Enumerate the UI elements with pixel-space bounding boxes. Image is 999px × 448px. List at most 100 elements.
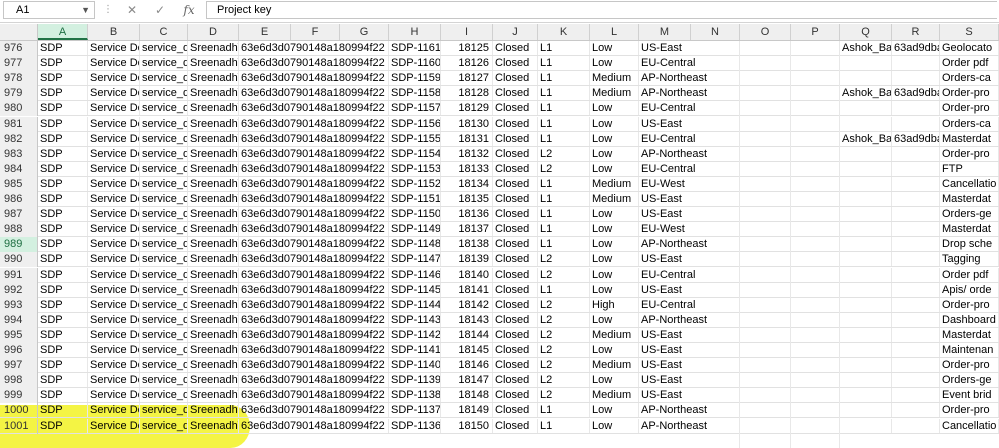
cell-h[interactable]: SDP-1155: [389, 131, 441, 146]
cell-c[interactable]: service_de: [140, 252, 188, 267]
column-header-f[interactable]: F: [291, 24, 340, 40]
cell-r[interactable]: [892, 56, 940, 71]
cell-s[interactable]: Geolocato: [940, 41, 999, 55]
cell-e[interactable]: 63e6d3d0790148a180994f22: [239, 312, 389, 327]
cell-d[interactable]: Sreenadh\: [188, 41, 239, 55]
column-header-k[interactable]: K: [538, 24, 590, 40]
cell-s[interactable]: Masterdat: [940, 222, 999, 237]
cell-c[interactable]: service_de: [140, 131, 188, 146]
cell-c[interactable]: service_de: [140, 101, 188, 116]
cell-e[interactable]: 63e6d3d0790148a180994f22: [239, 252, 389, 267]
cell-j[interactable]: Closed: [493, 207, 538, 222]
row-header[interactable]: 987: [0, 207, 38, 223]
cell-e[interactable]: 63e6d3d0790148a180994f22: [239, 327, 389, 342]
cell-l[interactable]: Low: [590, 161, 639, 176]
row-header[interactable]: 999: [0, 388, 38, 404]
cell-h[interactable]: SDP-1142: [389, 327, 441, 342]
cell-i[interactable]: 18149: [441, 403, 493, 418]
cell-m[interactable]: EU-West: [639, 176, 740, 191]
cell-m[interactable]: US-East: [639, 192, 740, 206]
cell-q[interactable]: Ashok_Ba: [840, 131, 892, 146]
row-header[interactable]: 976: [0, 41, 38, 56]
cell-c[interactable]: service_de: [140, 222, 188, 237]
cell-i[interactable]: 18135: [441, 192, 493, 206]
cell-c[interactable]: service_de: [140, 207, 188, 222]
row-header[interactable]: 996: [0, 343, 38, 358]
cell-j[interactable]: Closed: [493, 146, 538, 161]
cell-j[interactable]: Closed: [493, 237, 538, 252]
cell-l[interactable]: Low: [590, 252, 639, 267]
name-box[interactable]: A1 ▼: [3, 1, 95, 19]
cell-m[interactable]: US-East: [639, 373, 740, 388]
cell-m[interactable]: AP-Northeast: [639, 418, 740, 433]
cell-h[interactable]: SDP-1153: [389, 161, 441, 176]
cell-l[interactable]: Medium: [590, 71, 639, 86]
row-header[interactable]: 990: [0, 252, 38, 268]
cell-a[interactable]: SDP: [38, 388, 88, 403]
cell-j[interactable]: Closed: [493, 267, 538, 282]
cell-a[interactable]: SDP: [38, 101, 88, 116]
cell-e[interactable]: 63e6d3d0790148a180994f22: [239, 222, 389, 237]
cell-c[interactable]: service_de: [140, 116, 188, 131]
cell-d[interactable]: Sreenadh\: [188, 161, 239, 176]
cell-d[interactable]: Sreenadh\: [188, 86, 239, 101]
cell-k[interactable]: L1: [538, 222, 590, 237]
cell-b[interactable]: Service De: [88, 373, 140, 388]
cell-m[interactable]: AP-Northeast: [639, 146, 740, 161]
cell-d[interactable]: Sreenadh\: [188, 146, 239, 161]
column-header-c[interactable]: C: [140, 24, 188, 40]
cell-c[interactable]: service_de: [140, 71, 188, 86]
cell-c[interactable]: service_de: [140, 176, 188, 191]
cell-k[interactable]: L2: [538, 373, 590, 388]
cell-q[interactable]: [840, 237, 892, 252]
cell-h[interactable]: SDP-1139: [389, 373, 441, 388]
cell-e[interactable]: 63e6d3d0790148a180994f22: [239, 86, 389, 101]
cell-l[interactable]: Low: [590, 373, 639, 388]
cell-h[interactable]: SDP-1137: [389, 403, 441, 418]
cell-k[interactable]: L1: [538, 86, 590, 101]
cell-k[interactable]: L2: [538, 388, 590, 403]
cell-j[interactable]: Closed: [493, 252, 538, 267]
cell-e[interactable]: 63e6d3d0790148a180994f22: [239, 403, 389, 418]
cell-i[interactable]: 18143: [441, 312, 493, 327]
cell-h[interactable]: SDP-1149: [389, 222, 441, 237]
cell-i[interactable]: 18145: [441, 343, 493, 357]
cell-s[interactable]: Order-pro: [940, 358, 999, 373]
cell-k[interactable]: L2: [538, 343, 590, 357]
cell-b[interactable]: Service De: [88, 358, 140, 373]
cell-a[interactable]: SDP: [38, 343, 88, 357]
cell-a[interactable]: SDP: [38, 86, 88, 101]
cell-e[interactable]: 63e6d3d0790148a180994f22: [239, 101, 389, 116]
cell-i[interactable]: 18134: [441, 176, 493, 191]
cell-q[interactable]: [840, 282, 892, 297]
cell-d[interactable]: Sreenadh\: [188, 297, 239, 312]
cell-j[interactable]: Closed: [493, 388, 538, 403]
row-header[interactable]: 986: [0, 192, 38, 207]
cell-d[interactable]: Sreenadh\: [188, 71, 239, 86]
cell-j[interactable]: Closed: [493, 358, 538, 373]
cell-a[interactable]: SDP: [38, 222, 88, 237]
row-header[interactable]: 981: [0, 116, 38, 132]
cell-i[interactable]: 18125: [441, 41, 493, 55]
cell-s[interactable]: Order-pro: [940, 297, 999, 312]
row-header[interactable]: 993: [0, 297, 38, 313]
row-header[interactable]: 995: [0, 327, 38, 343]
cell-d[interactable]: Sreenadh\: [188, 176, 239, 191]
cell-j[interactable]: Closed: [493, 161, 538, 176]
cell-b[interactable]: Service De: [88, 343, 140, 357]
cell-a[interactable]: SDP: [38, 161, 88, 176]
cell-h[interactable]: SDP-1148: [389, 237, 441, 252]
cell-a[interactable]: SDP: [38, 312, 88, 327]
cell-c[interactable]: service_de: [140, 327, 188, 342]
column-header-l[interactable]: L: [590, 24, 639, 40]
cell-c[interactable]: service_de: [140, 403, 188, 418]
cell-s[interactable]: Orders-ge: [940, 373, 999, 388]
insert-function-icon[interactable]: fx: [178, 1, 200, 19]
cell-q[interactable]: [840, 176, 892, 191]
cell-i[interactable]: 18126: [441, 56, 493, 71]
cell-q[interactable]: [840, 267, 892, 282]
cell-r[interactable]: [892, 252, 940, 267]
cell-i[interactable]: 18127: [441, 71, 493, 86]
cell-m[interactable]: EU-Central: [639, 297, 740, 312]
column-header-d[interactable]: D: [188, 24, 239, 40]
